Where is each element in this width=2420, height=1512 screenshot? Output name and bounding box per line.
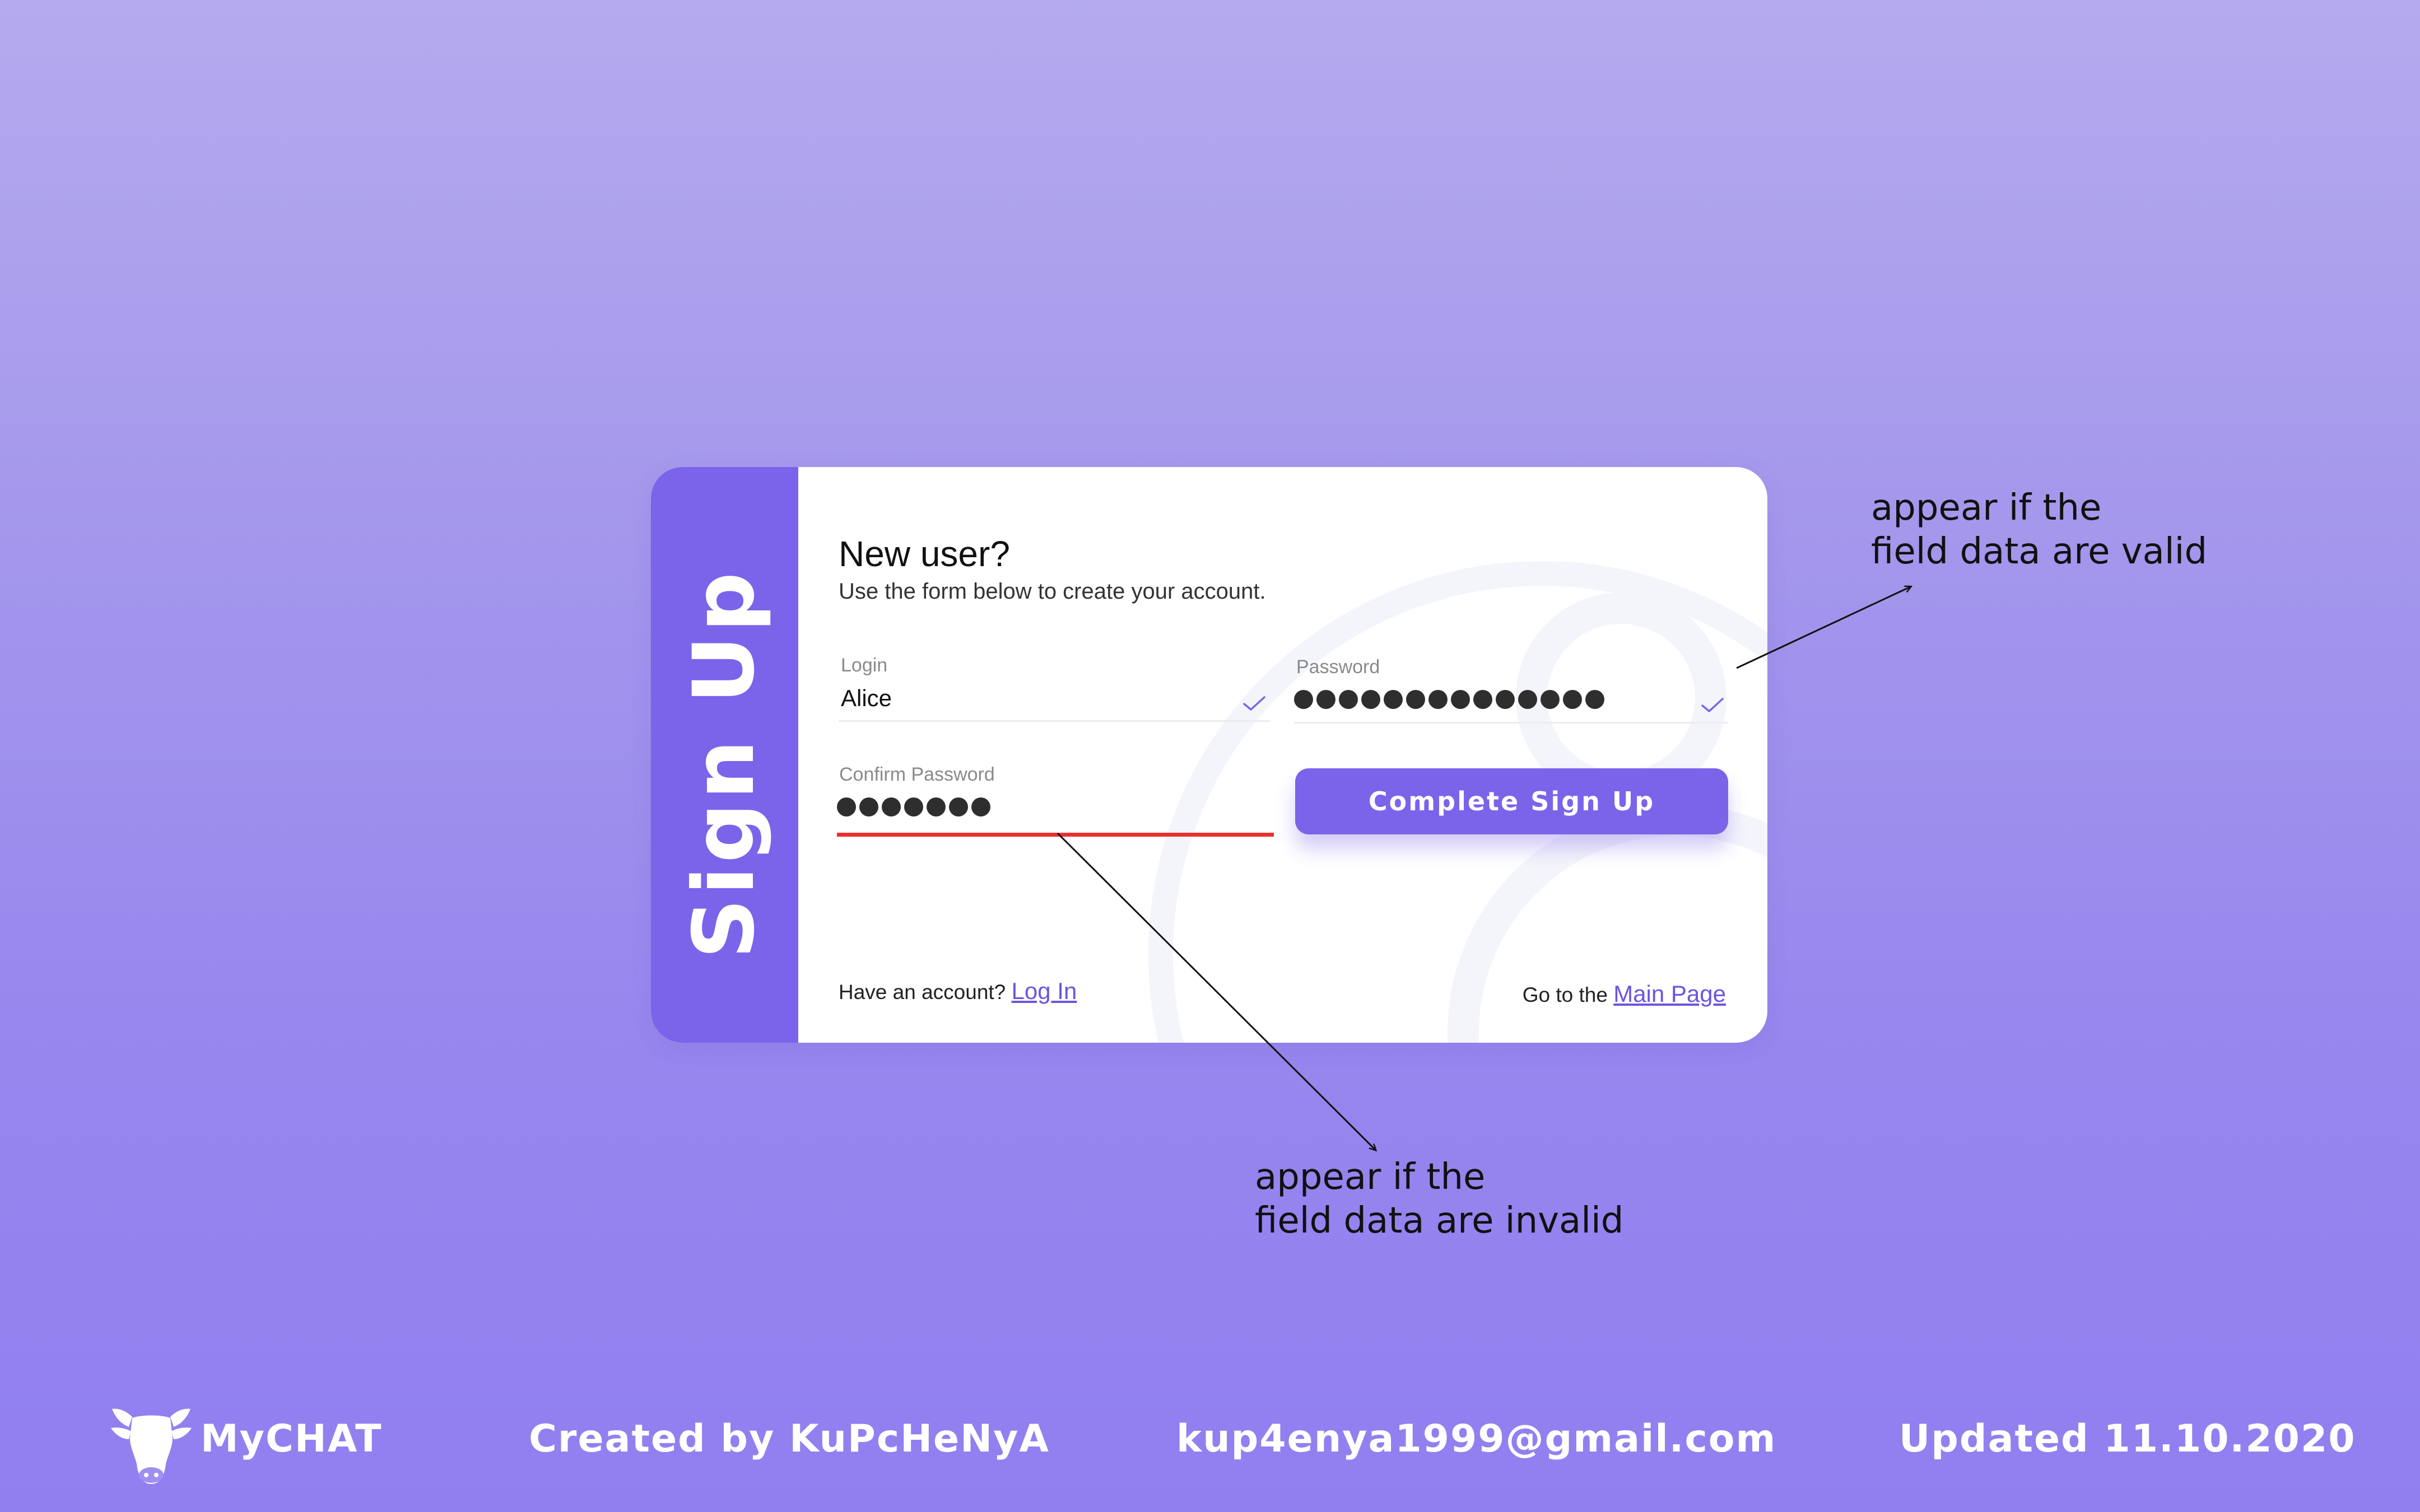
password-dot [971, 797, 990, 816]
check-icon [1243, 696, 1265, 711]
login-label: Login [841, 655, 888, 676]
login-link[interactable]: Log In [1012, 978, 1077, 1004]
confirm-password-input[interactable] [837, 797, 990, 816]
password-dot [1316, 690, 1335, 709]
password-dot [1451, 690, 1470, 709]
side-strip: Sign Up [651, 467, 798, 1043]
login-field[interactable]: Login Alice [839, 655, 1270, 722]
main-page-link[interactable]: Main Page [1613, 981, 1726, 1007]
annotation-invalid-line2: field data are invalid [1255, 1200, 1624, 1242]
main-page-text: Go to the Main Page [1523, 981, 1726, 1007]
password-dot [1496, 690, 1515, 709]
password-underline [1294, 722, 1728, 724]
password-dot [904, 797, 923, 816]
annotation-invalid: appear if the field data are invalid [1255, 1155, 1623, 1243]
creator-credit: Created by KuPcHeNyA [529, 1417, 1050, 1461]
password-dot [1406, 690, 1425, 709]
login-input[interactable]: Alice [841, 685, 892, 712]
password-dot [927, 797, 946, 816]
background-user-icon [1148, 561, 1767, 1043]
brand-name: MyCHAT [201, 1417, 383, 1461]
password-dot [1563, 690, 1582, 709]
complete-signup-button[interactable]: Complete Sign Up [1295, 768, 1728, 834]
password-dot [1428, 690, 1448, 709]
form-heading: New user? [839, 534, 1010, 574]
password-dot [1473, 690, 1492, 709]
password-dot [1361, 690, 1380, 709]
password-dot [837, 797, 856, 816]
password-dot [1541, 690, 1560, 709]
invalid-underline [837, 833, 1274, 837]
main-page-label: Go to the [1522, 983, 1608, 1006]
form-subheading: Use the form below to create your accoun… [839, 579, 1266, 604]
password-dot [1585, 690, 1604, 709]
contact-email: kup4enya1999@gmail.com [1176, 1417, 1777, 1461]
password-dot [1294, 690, 1313, 709]
password-dot [1518, 690, 1537, 709]
annotation-invalid-line1: appear if the [1255, 1156, 1486, 1198]
side-title: Sign Up [676, 568, 773, 959]
password-dot [1384, 690, 1403, 709]
confirm-password-field[interactable]: Confirm Password [837, 764, 1274, 837]
confirm-password-label: Confirm Password [839, 764, 995, 785]
password-dot [949, 797, 968, 816]
annotation-valid-line1: appear if the [1871, 487, 2102, 529]
signup-card: Sign Up New user? Use the form below to … [651, 467, 1767, 1043]
password-input[interactable] [1294, 690, 1604, 709]
password-label: Password [1296, 656, 1380, 678]
check-icon [1701, 698, 1724, 712]
have-account-text: Have an account? Log In [839, 978, 1077, 1005]
updated-date: Updated 11.10.2020 [1899, 1417, 2356, 1461]
annotation-valid-line2: field data are valid [1871, 531, 2208, 572]
password-dot [882, 797, 901, 816]
have-account-label: Have an account? [839, 981, 1006, 1004]
password-field[interactable]: Password [1294, 656, 1728, 724]
password-dot [859, 797, 878, 816]
annotation-valid: appear if the field data are valid [1871, 486, 2207, 573]
cow-head-icon [111, 1408, 192, 1484]
password-dot [1339, 690, 1358, 709]
login-underline [839, 720, 1270, 722]
